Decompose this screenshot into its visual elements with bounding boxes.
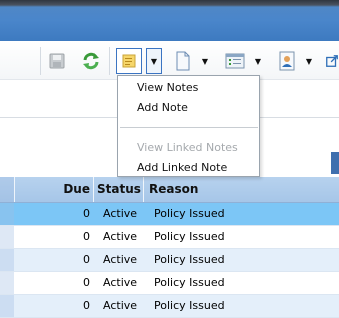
notes-dropdown-button[interactable]: ▼	[146, 48, 162, 74]
table-row[interactable]: 0 Active Policy Issued	[0, 295, 339, 318]
checklist-button[interactable]	[222, 48, 248, 74]
due-day-cell: 0	[83, 253, 90, 266]
row-selector[interactable]	[0, 226, 14, 248]
chevron-down-icon: ▼	[305, 56, 313, 66]
document-dropdown-button[interactable]: ▼	[198, 48, 212, 74]
row-selector[interactable]	[0, 203, 14, 225]
row-selector[interactable]	[0, 272, 14, 294]
column-divider	[143, 177, 144, 202]
checklist-icon	[225, 53, 245, 69]
reason-cell: Policy Issued	[154, 276, 225, 289]
refresh-button[interactable]	[78, 48, 104, 74]
menu-item-add-linked-note[interactable]: Add Linked Note	[137, 159, 227, 177]
title-bar	[0, 0, 339, 41]
document-button[interactable]	[170, 48, 196, 74]
user-card-dropdown-button[interactable]: ▼	[302, 48, 316, 74]
chevron-down-icon: ▼	[254, 56, 262, 66]
table-row[interactable]: 0 Active Policy Issued	[0, 226, 339, 249]
chevron-down-icon: ▼	[201, 56, 209, 66]
checklist-dropdown-button[interactable]: ▼	[251, 48, 265, 74]
table-row[interactable]: 0 Active Policy Issued	[0, 249, 339, 272]
side-panel-tab[interactable]	[331, 152, 339, 174]
due-day-cell: 0	[83, 276, 90, 289]
row-selector-column	[0, 177, 14, 202]
column-header-reason[interactable]: Reason	[149, 177, 198, 202]
save-icon	[49, 53, 65, 69]
reason-cell: Policy Issued	[154, 253, 225, 266]
notes-button[interactable]	[116, 48, 142, 74]
row-selector[interactable]	[0, 249, 14, 271]
column-header-status[interactable]: Status	[97, 177, 141, 202]
notes-dropdown-menu: View Notes Add Note View Linked Notes Ad…	[117, 75, 260, 177]
table-row[interactable]: 0 Active Policy Issued	[0, 272, 339, 295]
refresh-icon	[83, 52, 99, 70]
status-cell: Active	[103, 276, 138, 289]
notes-icon	[122, 54, 136, 68]
column-divider	[14, 177, 15, 202]
due-day-cell: 0	[83, 207, 90, 220]
toolbar-separator	[40, 47, 41, 75]
menu-item-view-notes[interactable]: View Notes	[137, 79, 198, 97]
reason-cell: Policy Issued	[154, 207, 225, 220]
chevron-down-icon: ▼	[150, 56, 158, 66]
toolbar-separator	[109, 47, 110, 75]
data-grid: Due Day Status Reason 0 Active Policy Is…	[0, 177, 339, 318]
status-cell: Active	[103, 253, 138, 266]
export-button[interactable]	[325, 48, 339, 74]
save-button[interactable]	[44, 48, 70, 74]
column-header-due-day[interactable]: Due Day	[35, 177, 90, 221]
menu-item-view-linked-notes: View Linked Notes	[137, 141, 238, 154]
user-card-icon	[279, 51, 295, 71]
grid-header-row: Due Day Status Reason	[0, 177, 339, 221]
menu-separator	[120, 127, 258, 128]
export-icon	[326, 55, 338, 67]
due-day-cell: 0	[83, 230, 90, 243]
user-card-button[interactable]	[274, 48, 300, 74]
column-divider	[93, 177, 94, 202]
status-cell: Active	[103, 207, 138, 220]
table-row[interactable]: 0 Active Policy Issued	[0, 203, 339, 226]
status-cell: Active	[103, 230, 138, 243]
document-icon	[176, 51, 190, 71]
menu-item-add-note[interactable]: Add Note	[137, 99, 188, 117]
reason-cell: Policy Issued	[154, 230, 225, 243]
